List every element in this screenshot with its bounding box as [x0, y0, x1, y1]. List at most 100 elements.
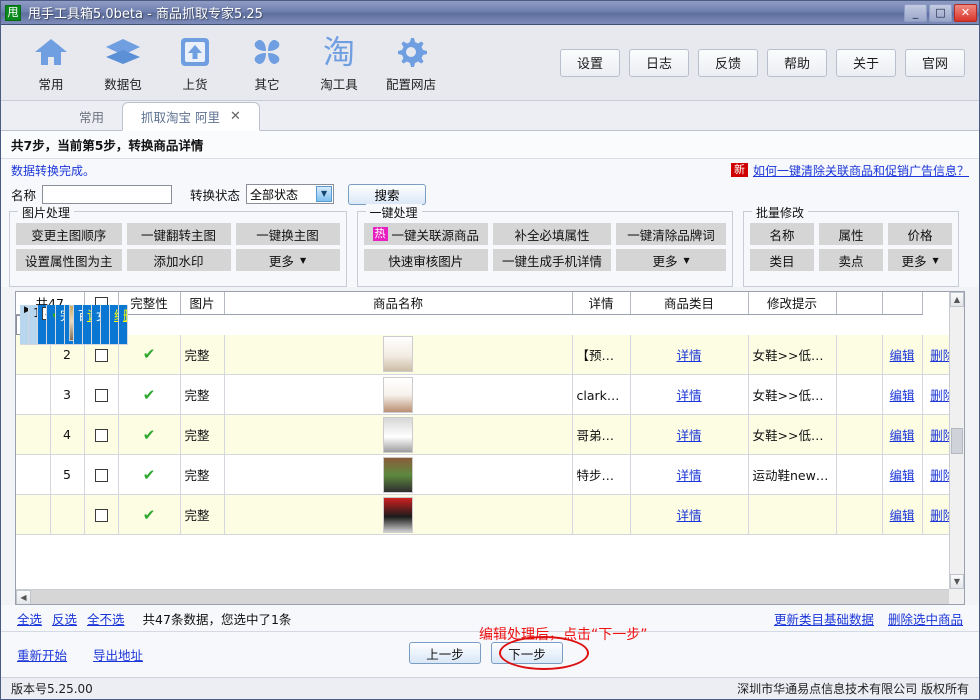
row-detail-cell[interactable]: 详情 [630, 375, 748, 415]
edit-link[interactable]: 编辑 [889, 388, 914, 403]
table-row[interactable]: 2 ✔ 完整 【预售】莎莎苏春新款流行牛皮深口百搭休闲乐福鞋网红平底... 详情… [16, 335, 964, 375]
batch-more-button[interactable]: 更多 ▼ [888, 249, 952, 271]
delete-link[interactable]: 删除 [123, 308, 128, 323]
set-attribute-image-as-main-button[interactable]: 设置属性图为主 [16, 249, 122, 271]
replace-main-image-button[interactable]: 一键换主图 [236, 223, 340, 245]
row-checkbox-cell[interactable] [84, 455, 118, 495]
image-more-button[interactable]: 更多 ▼ [236, 249, 340, 271]
horizontal-scrollbar[interactable]: ◀ [16, 589, 949, 604]
close-icon[interactable]: ✕ [230, 109, 241, 124]
add-watermark-button[interactable]: 添加水印 [127, 249, 231, 271]
link-source-product-button[interactable]: 热 一键关联源商品 [364, 223, 489, 245]
clear-brand-words-button[interactable]: 一键清除品牌词 [616, 223, 726, 245]
about-button[interactable]: 关于 [836, 49, 896, 77]
website-button[interactable]: 官网 [905, 49, 965, 77]
detail-link[interactable]: 详情 [676, 508, 701, 523]
detail-link[interactable]: 详情 [676, 388, 701, 403]
change-main-image-order-button[interactable]: 变更主图顺序 [16, 223, 122, 245]
row-detail-cell[interactable]: 详情 [630, 455, 748, 495]
row-checkbox-cell[interactable] [84, 495, 118, 535]
batch-name-button[interactable]: 名称 [750, 223, 814, 245]
row-edit-cell[interactable]: 编辑 [882, 415, 922, 455]
restart-link[interactable]: 重新开始 [17, 645, 67, 664]
batch-attribute-button[interactable]: 属性 [819, 223, 883, 245]
minimize-button[interactable]: _ [904, 4, 927, 22]
ribbon-item-datapack[interactable]: 数据包 [87, 33, 159, 93]
settings-button[interactable]: 设置 [560, 49, 620, 77]
row-checkbox-cell[interactable] [84, 415, 118, 455]
clear-related-ads-help-link[interactable]: 如何一键清除关联商品和促销广告信息？ [753, 162, 969, 179]
row-checkbox[interactable] [95, 389, 108, 402]
generate-mobile-detail-button[interactable]: 一键生成手机详情 [493, 249, 611, 271]
detail-link[interactable]: 详情 [676, 348, 701, 363]
row-edit-cell[interactable]: 编辑 [882, 455, 922, 495]
row-selector[interactable] [16, 375, 50, 415]
table-row[interactable]: ✔ 完整 详情 编辑 删除 [16, 495, 964, 535]
row-edit-cell[interactable]: 编辑 [882, 335, 922, 375]
close-button[interactable]: ✕ [954, 4, 977, 22]
row-detail-cell[interactable]: 详情 [83, 305, 92, 345]
name-input[interactable] [42, 185, 172, 204]
search-button[interactable]: 搜索 [348, 184, 426, 205]
row-checkbox-cell[interactable]: ✓ [38, 305, 47, 345]
update-category-base-data-link[interactable]: 更新类目基础数据 [774, 609, 874, 628]
tab-fetch-taobao-alibaba[interactable]: 抓取淘宝 阿里 ✕ [122, 102, 260, 131]
help-button[interactable]: 帮助 [767, 49, 827, 77]
row-detail-cell[interactable]: 详情 [630, 335, 748, 375]
row-selector[interactable] [16, 415, 50, 455]
row-checkbox[interactable] [95, 469, 108, 482]
table-row[interactable]: 3 ✔ 完整 clarks其乐2019新款女鞋Mena Bloom正装浅口尖头高… [16, 375, 964, 415]
log-button[interactable]: 日志 [629, 49, 689, 77]
scroll-down-icon[interactable]: ▼ [950, 574, 964, 589]
select-all-link[interactable]: 全选 [17, 609, 42, 628]
ribbon-item-other[interactable]: 其它 [231, 33, 303, 93]
edit-link[interactable]: 编辑 [889, 508, 914, 523]
previous-step-button[interactable]: 上一步 [409, 642, 481, 664]
maximize-button[interactable]: □ [929, 4, 952, 22]
table-row[interactable]: ▶ 1 ✓ ✔ 完整 百思图2019夏季商场同款网面厚底流行网红休闲新款女凉鞋Z… [16, 315, 104, 335]
table-row[interactable]: 4 ✔ 完整 哥弟女鞋2019春夏新款真皮厚底增高小白鞋网红松糕休闲板鞋... … [16, 415, 964, 455]
oneclick-more-button[interactable]: 更多 ▼ [616, 249, 726, 271]
row-detail-cell[interactable]: 详情 [630, 495, 748, 535]
vertical-scroll-thumb[interactable] [951, 428, 963, 454]
next-step-button[interactable]: 下一步 [491, 642, 563, 664]
quick-review-images-button[interactable]: 快速审核图片 [364, 249, 489, 271]
feedback-button[interactable]: 反馈 [698, 49, 758, 77]
fill-required-attributes-button[interactable]: 补全必填属性 [493, 223, 611, 245]
edit-link[interactable]: 编辑 [889, 468, 914, 483]
row-detail-cell[interactable]: 详情 [630, 415, 748, 455]
batch-selling-point-button[interactable]: 卖点 [819, 249, 883, 271]
row-edit-cell[interactable]: 编辑 [882, 495, 922, 535]
edit-link[interactable]: 编辑 [889, 428, 914, 443]
scroll-left-icon[interactable]: ◀ [16, 590, 31, 605]
row-checkbox[interactable] [95, 509, 108, 522]
detail-link[interactable]: 详情 [676, 428, 701, 443]
vertical-scrollbar[interactable]: ▲ ▼ [949, 292, 964, 589]
ribbon-item-shopconfig[interactable]: 配置网店 [375, 33, 447, 93]
chevron-down-icon[interactable]: ▼ [316, 186, 332, 202]
row-selector[interactable]: ▶ [20, 305, 29, 345]
flip-main-image-button[interactable]: 一键翻转主图 [127, 223, 231, 245]
detail-link[interactable]: 详情 [676, 468, 701, 483]
tab-common[interactable]: 常用 [61, 102, 122, 130]
edit-link[interactable]: 编辑 [889, 348, 914, 363]
invert-selection-link[interactable]: 反选 [52, 609, 77, 628]
batch-category-button[interactable]: 类目 [750, 249, 814, 271]
row-selector[interactable] [16, 455, 50, 495]
scroll-up-icon[interactable]: ▲ [950, 292, 964, 307]
row-delete-cell[interactable]: 删除 [119, 305, 128, 345]
row-checkbox[interactable] [95, 349, 108, 362]
row-edit-cell[interactable]: 编辑 [882, 375, 922, 415]
ribbon-item-common[interactable]: 常用 [15, 33, 87, 93]
delete-selected-products-link[interactable]: 删除选中商品 [888, 609, 963, 628]
export-address-link[interactable]: 导出地址 [93, 645, 143, 664]
table-row[interactable]: 5 ✔ 完整 特步男鞋女鞋减震旋运动鞋跑步鞋超轻减震网面透气专业训练... 详情… [16, 455, 964, 495]
ribbon-item-taotools[interactable]: 淘 淘工具 [303, 33, 375, 93]
ribbon-item-upload[interactable]: 上货 [159, 33, 231, 93]
row-edit-cell[interactable]: 编辑 [110, 305, 119, 345]
row-checkbox[interactable] [95, 429, 108, 442]
row-selector[interactable] [16, 495, 50, 535]
select-none-link[interactable]: 全不选 [87, 609, 125, 628]
batch-price-button[interactable]: 价格 [888, 223, 952, 245]
convert-state-select[interactable]: 全部状态 ▼ [246, 184, 334, 204]
